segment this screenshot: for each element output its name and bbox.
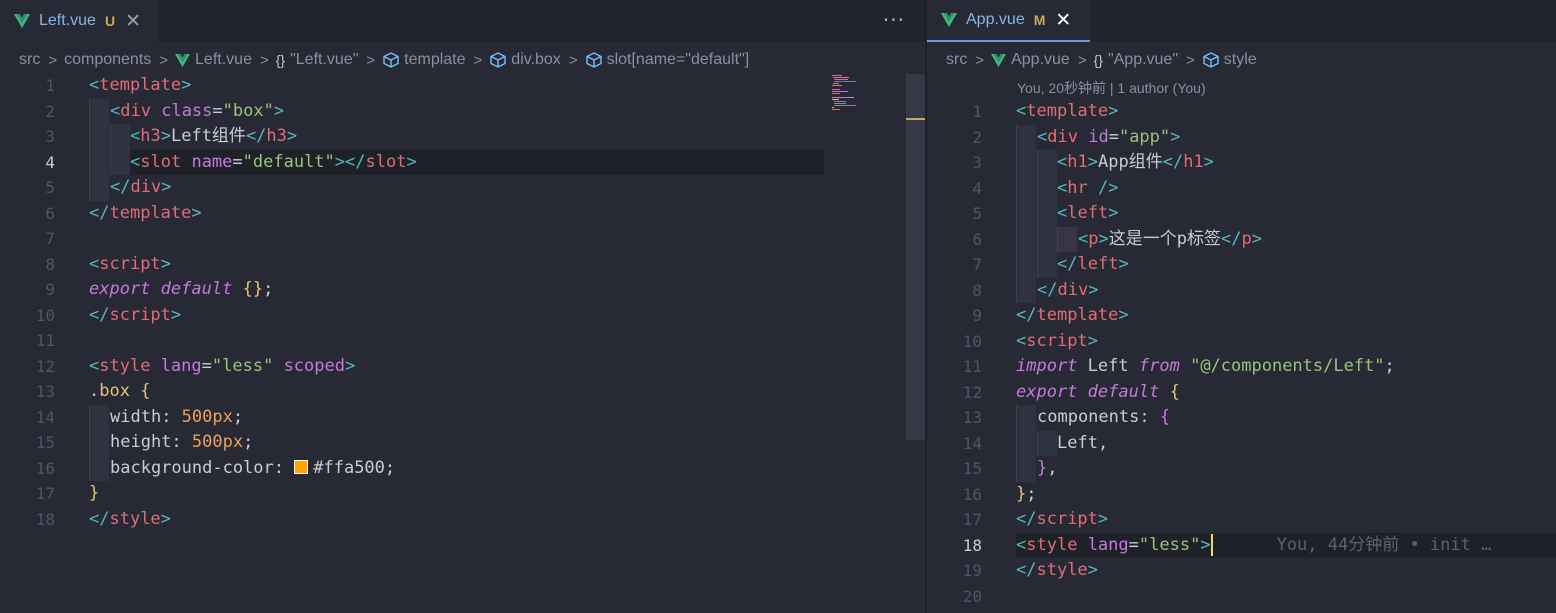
scrollbar-position-marker <box>906 118 925 120</box>
chevron-right-icon: > <box>366 51 376 69</box>
left-editor: Left.vue U ✕ ··· src > components > Left… <box>0 0 925 613</box>
cube-icon <box>490 52 506 68</box>
color-swatch[interactable] <box>294 459 309 474</box>
chevron-right-icon: > <box>1077 51 1087 69</box>
chevron-right-icon: > <box>568 51 578 69</box>
breadcrumb-item[interactable]: Left.vue <box>175 51 252 69</box>
braces-icon: {} <box>1093 52 1103 68</box>
braces-icon: {} <box>275 52 286 68</box>
breadcrumb: src > components > Left.vue > {} "Left.vu… <box>0 46 749 74</box>
tab-label: Left.vue <box>39 12 96 29</box>
chevron-right-icon: > <box>159 51 169 69</box>
more-actions-button[interactable]: ··· <box>883 8 905 32</box>
git-blame-annotation: You, 44分钟前 • init … <box>1276 534 1492 555</box>
breadcrumb-item[interactable]: template <box>382 51 466 69</box>
breadcrumb-item[interactable]: src <box>946 51 967 69</box>
breadcrumb-item[interactable]: src <box>19 51 40 69</box>
cube-icon <box>383 52 399 68</box>
vue-file-icon <box>175 53 190 67</box>
right-tabbar: App.vue M ✕ <box>927 0 1556 42</box>
chevron-right-icon: > <box>259 51 269 69</box>
vertical-scrollbar[interactable] <box>906 74 925 440</box>
close-icon[interactable]: ✕ <box>1055 10 1071 30</box>
vue-file-icon <box>991 53 1007 67</box>
right-editor: App.vue M ✕ src > App.vue > {} "App.vue" … <box>927 0 1556 613</box>
vue-file-icon <box>14 14 30 28</box>
modified-badge: M <box>1033 12 1046 28</box>
chevron-right-icon: > <box>975 51 985 69</box>
breadcrumb-item[interactable]: {} "Left.vue" <box>276 51 359 69</box>
chevron-right-icon: > <box>1186 51 1195 69</box>
text-cursor <box>1210 533 1213 556</box>
breadcrumb-item[interactable]: div.box <box>489 51 561 69</box>
git-codelens[interactable]: You, 20秒钟前 | 1 author (You) <box>1017 78 1206 98</box>
tab-app-vue[interactable]: App.vue M ✕ <box>927 0 1090 42</box>
vue-file-icon <box>941 13 957 27</box>
breadcrumb-item[interactable]: App.vue <box>991 51 1070 69</box>
chevron-right-icon: > <box>48 51 58 69</box>
breadcrumb-item[interactable]: style <box>1202 51 1257 69</box>
untracked-badge: U <box>104 13 116 29</box>
cube-icon <box>1203 52 1219 68</box>
breadcrumb: src > App.vue > {} "App.vue" > style <box>927 46 1257 74</box>
minimap[interactable] <box>830 74 905 114</box>
tab-left-vue[interactable]: Left.vue U ✕ <box>0 0 158 42</box>
breadcrumb-item[interactable]: {} "App.vue" <box>1094 51 1178 69</box>
breadcrumb-item[interactable]: components <box>64 51 151 69</box>
breadcrumb-item[interactable]: slot[name="default"] <box>585 51 749 69</box>
left-tabbar: Left.vue U ✕ ··· <box>0 0 925 42</box>
cube-icon <box>585 52 602 68</box>
tab-label: App.vue <box>966 11 1025 28</box>
chevron-right-icon: > <box>473 51 483 69</box>
close-icon[interactable]: ✕ <box>125 11 141 31</box>
